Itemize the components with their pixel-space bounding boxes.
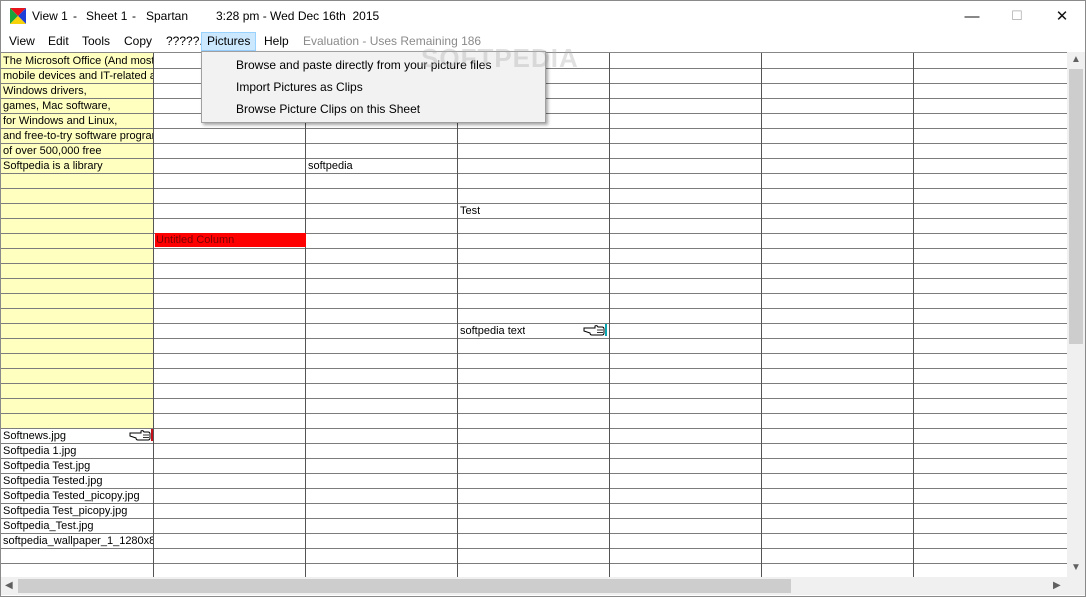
sheet-row — [1, 173, 1067, 189]
sheet-row — [1, 443, 1067, 459]
title-view: View 1 — [32, 9, 68, 23]
menu-pictures[interactable]: Pictures — [201, 32, 257, 51]
title-sheet: Sheet 1 — [86, 9, 128, 23]
scroll-right-icon[interactable]: ▶ — [1053, 580, 1061, 591]
column-divider — [153, 53, 154, 578]
menu-help[interactable]: Help — [264, 33, 289, 50]
sheet-row — [1, 308, 1067, 324]
sheet-row — [1, 428, 1067, 444]
menu-question[interactable]: ?????. — [166, 33, 203, 50]
title-separator: - — [73, 9, 77, 23]
sheet-row — [1, 518, 1067, 534]
menu-copy[interactable]: Copy — [124, 33, 152, 50]
sheet-cell[interactable]: softpedia — [308, 159, 353, 173]
file-name-cell[interactable]: Softpedia Test_picopy.jpg — [3, 504, 153, 518]
title-bar: View 1 - Sheet 1 - Spartan 3:28 pm - Wed… — [1, 1, 1085, 31]
file-name-cell[interactable]: Softpedia Tested.jpg — [3, 474, 153, 488]
maximize-icon: ☐ — [1011, 8, 1023, 23]
watermark: SOFTPEDIA — [421, 43, 579, 73]
sheet-row — [1, 188, 1067, 204]
sheet-row — [1, 353, 1067, 369]
column-divider — [761, 53, 762, 578]
sheet-row — [1, 143, 1067, 159]
sheet-row — [1, 563, 1067, 578]
sheet-cell[interactable]: mobile devices and IT-related ar — [3, 69, 153, 83]
sheet-row — [1, 548, 1067, 564]
sheet-row — [1, 368, 1067, 384]
sheet-row — [1, 158, 1067, 174]
sheet-cell[interactable]: Test — [460, 204, 480, 218]
sheet-cell[interactable]: Windows drivers, — [3, 84, 153, 98]
file-name-cell[interactable]: softpedia_wallpaper_1_1280x8 — [3, 534, 153, 548]
vertical-scrollbar[interactable]: ▲ ▼ — [1067, 52, 1085, 577]
column-divider — [305, 53, 306, 578]
menu-tools[interactable]: Tools — [82, 33, 110, 50]
sheet-cell[interactable]: games, Mac software, — [3, 99, 153, 113]
sheet-row — [1, 488, 1067, 504]
scrollbar-corner — [1067, 577, 1085, 595]
sheet-row — [1, 413, 1067, 429]
sheet-row — [1, 248, 1067, 264]
sheet-cell[interactable]: and free-to-try software program — [3, 129, 153, 143]
sheet-row — [1, 218, 1067, 234]
sheet-row — [1, 533, 1067, 549]
file-name-cell[interactable]: Softnews.jpg — [3, 429, 127, 443]
close-icon: ✕ — [1055, 8, 1069, 25]
sheet-row — [1, 458, 1067, 474]
horizontal-scroll-thumb[interactable] — [18, 579, 791, 593]
sheet-row — [1, 263, 1067, 279]
file-name-cell[interactable]: Softpedia Test.jpg — [3, 459, 153, 473]
minimize-icon: — — [964, 7, 980, 25]
column-divider — [457, 53, 458, 578]
title-app-name: Spartan — [146, 9, 189, 23]
scroll-up-icon[interactable]: ▲ — [1071, 54, 1081, 65]
column-divider — [609, 53, 610, 578]
title-separator: - — [132, 9, 136, 23]
title-clock: 3:28 pm - Wed Dec 16th 2015 — [216, 9, 380, 23]
menu-item-import-pictures-as-clips[interactable]: Import Pictures as Clips — [236, 80, 363, 94]
app-window: View 1 - Sheet 1 - Spartan 3:28 pm - Wed… — [0, 0, 1086, 597]
sheet-row — [1, 323, 1067, 339]
sheet-row — [1, 338, 1067, 354]
horizontal-scrollbar[interactable]: ◀ ▶ — [1, 577, 1067, 595]
sheet-row — [1, 293, 1067, 309]
sheet-cell[interactable]: softpedia text — [460, 324, 525, 338]
picture-clip-hand-icon[interactable] — [583, 323, 607, 336]
close-button[interactable]: ✕ — [1039, 1, 1085, 31]
scroll-down-icon[interactable]: ▼ — [1071, 562, 1081, 573]
menu-item-browse-picture-clips[interactable]: Browse Picture Clips on this Sheet — [236, 102, 420, 116]
sheet-cell[interactable]: of over 500,000 free — [3, 144, 153, 158]
menu-view[interactable]: View — [9, 33, 35, 50]
column-divider — [913, 53, 914, 578]
sheet-row — [1, 383, 1067, 399]
file-name-cell[interactable]: Softpedia Tested_picopy.jpg — [3, 489, 153, 503]
sheet-row — [1, 128, 1067, 144]
maximize-button[interactable]: ☐ — [994, 1, 1040, 31]
scroll-left-icon[interactable]: ◀ — [5, 580, 13, 591]
sheet-cell[interactable]: Softpedia is a library — [3, 159, 153, 173]
minimize-button[interactable]: — — [949, 1, 995, 31]
sheet-row — [1, 203, 1067, 219]
file-name-cell[interactable]: Softpedia_Test.jpg — [3, 519, 153, 533]
sheet-grid[interactable]: The Microsoft Office (And most mobile de… — [1, 52, 1067, 578]
sheet-row — [1, 398, 1067, 414]
sheet-row — [1, 473, 1067, 489]
app-logo-icon — [10, 8, 26, 24]
untitled-column-cell[interactable]: Untitled Column — [155, 233, 306, 247]
menu-edit[interactable]: Edit — [48, 33, 69, 50]
file-name-cell[interactable]: Softpedia 1.jpg — [3, 444, 153, 458]
sheet-row — [1, 503, 1067, 519]
picture-clip-hand-icon[interactable] — [129, 428, 153, 441]
sheet-cell[interactable]: for Windows and Linux, — [3, 114, 153, 128]
sheet-row — [1, 278, 1067, 294]
sheet-cell[interactable]: The Microsoft Office (And most — [3, 54, 153, 68]
vertical-scroll-thumb[interactable] — [1069, 69, 1083, 344]
